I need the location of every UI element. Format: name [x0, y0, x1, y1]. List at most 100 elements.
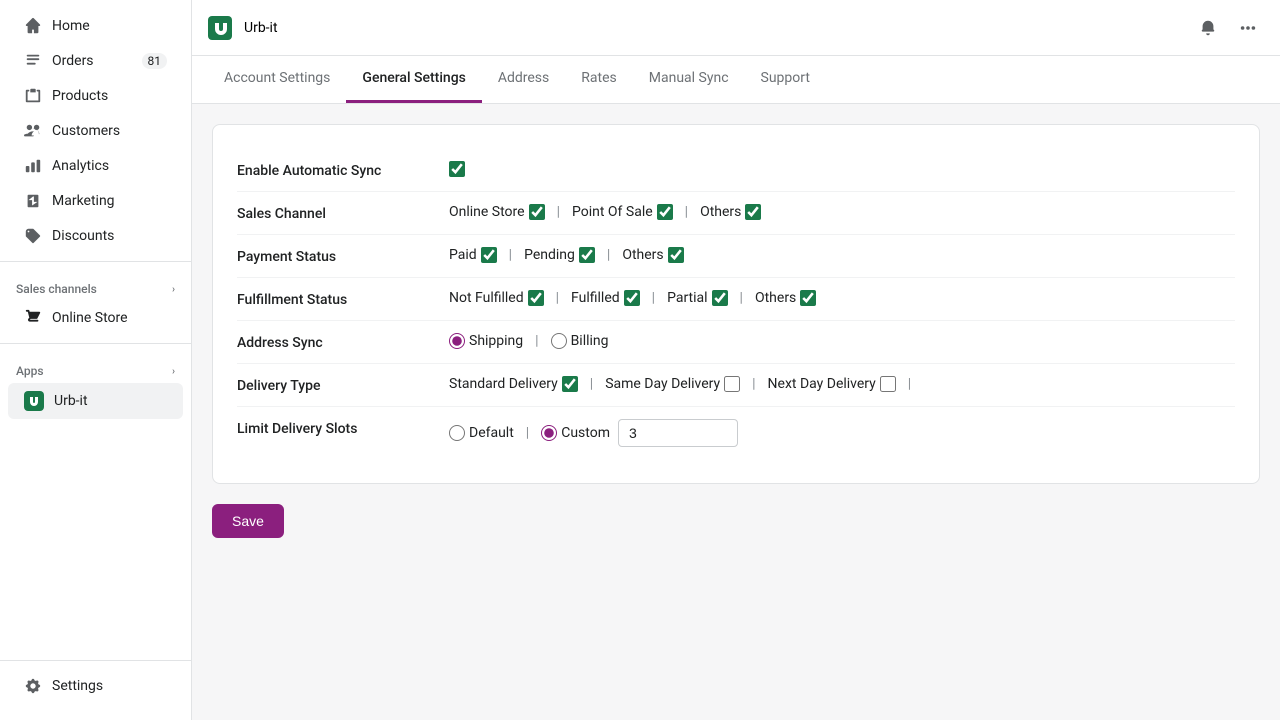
- auto-sync-label: Enable Automatic Sync: [237, 161, 417, 179]
- page-content: Account Settings General Settings Addres…: [192, 56, 1280, 720]
- topbar-title: Urb-it: [244, 20, 278, 36]
- analytics-icon: [24, 157, 42, 175]
- sidebar-item-home[interactable]: Home: [8, 9, 183, 43]
- sidebar-item-discounts[interactable]: Discounts: [8, 219, 183, 253]
- pending-option-label: Pending: [524, 247, 575, 263]
- notification-button[interactable]: [1192, 12, 1224, 44]
- not-fulfilled-option[interactable]: Not Fulfilled: [449, 290, 544, 306]
- online-store-option-label: Online Store: [449, 204, 525, 220]
- sep-2: |: [685, 204, 688, 220]
- custom-slot-label: Custom: [561, 425, 610, 441]
- sidebar-item-urb-it-label: Urb-it: [54, 393, 88, 409]
- fulfilled-option[interactable]: Fulfilled: [571, 290, 640, 306]
- sidebar-item-discounts-label: Discounts: [52, 228, 114, 244]
- delivery-slots-row: Limit Delivery Slots Default | Custom: [237, 406, 1235, 459]
- default-slot-option[interactable]: Default: [449, 425, 514, 441]
- sales-others-option-label: Others: [700, 204, 741, 220]
- fulfillment-status-field: Not Fulfilled | Fulfilled | Partial |: [449, 290, 1235, 306]
- online-store-option[interactable]: Online Store: [449, 204, 545, 220]
- same-day-delivery-option[interactable]: Same Day Delivery: [605, 376, 740, 392]
- auto-sync-checkbox[interactable]: [449, 161, 465, 177]
- sidebar-item-urb-it[interactable]: Urb-it: [8, 383, 183, 419]
- tab-account-settings[interactable]: Account Settings: [208, 56, 346, 103]
- billing-option[interactable]: Billing: [551, 333, 609, 349]
- same-day-delivery-checkbox[interactable]: [724, 376, 740, 392]
- sidebar-item-marketing[interactable]: Marketing: [8, 184, 183, 218]
- paid-option[interactable]: Paid: [449, 247, 497, 263]
- sidebar-item-orders[interactable]: Orders 81: [8, 44, 183, 78]
- main-content: Urb-it Account Settings General Settings…: [192, 0, 1280, 720]
- settings-icon: [24, 677, 42, 695]
- sidebar-item-analytics[interactable]: Analytics: [8, 149, 183, 183]
- online-store-checkbox[interactable]: [529, 204, 545, 220]
- partial-checkbox[interactable]: [712, 290, 728, 306]
- sidebar-item-settings-label: Settings: [52, 678, 103, 694]
- sidebar-item-products[interactable]: Products: [8, 79, 183, 113]
- paid-option-label: Paid: [449, 247, 477, 263]
- sales-others-checkbox[interactable]: [745, 204, 761, 220]
- more-options-button[interactable]: [1232, 12, 1264, 44]
- fulfillment-others-checkbox[interactable]: [800, 290, 816, 306]
- standard-delivery-label: Standard Delivery: [449, 376, 558, 392]
- default-slot-radio[interactable]: [449, 425, 465, 441]
- paid-checkbox[interactable]: [481, 247, 497, 263]
- address-sync-row: Address Sync Shipping | Billing: [237, 320, 1235, 363]
- topbar-app-icon: [208, 16, 232, 40]
- billing-radio[interactable]: [551, 333, 567, 349]
- sep-9: |: [590, 376, 593, 392]
- tab-manual-sync[interactable]: Manual Sync: [633, 56, 745, 103]
- sidebar-item-online-store[interactable]: Online Store: [8, 301, 183, 335]
- fulfilled-checkbox[interactable]: [624, 290, 640, 306]
- sales-channels-chevron-icon: ›: [172, 284, 175, 295]
- sidebar-item-customers[interactable]: Customers: [8, 114, 183, 148]
- next-day-delivery-option[interactable]: Next Day Delivery: [768, 376, 896, 392]
- sep-10: |: [752, 376, 755, 392]
- sep-5: |: [556, 290, 559, 306]
- apps-chevron-icon: ›: [172, 366, 175, 377]
- pending-option[interactable]: Pending: [524, 247, 595, 263]
- orders-icon: [24, 52, 42, 70]
- fulfillment-status-row: Fulfillment Status Not Fulfilled | Fulfi…: [237, 277, 1235, 320]
- next-day-delivery-checkbox[interactable]: [880, 376, 896, 392]
- standard-delivery-option[interactable]: Standard Delivery: [449, 376, 578, 392]
- tab-rates[interactable]: Rates: [565, 56, 632, 103]
- sales-channels-section: Sales channels ›: [0, 270, 191, 300]
- standard-delivery-checkbox[interactable]: [562, 376, 578, 392]
- sidebar: Home Orders 81 Products Customers Anal: [0, 0, 192, 720]
- custom-slot-input[interactable]: [618, 419, 738, 447]
- not-fulfilled-option-label: Not Fulfilled: [449, 290, 524, 306]
- sidebar-divider-3: [0, 660, 191, 661]
- settings-card: Enable Automatic Sync Sales Channel Onli…: [212, 124, 1260, 484]
- fulfilled-option-label: Fulfilled: [571, 290, 620, 306]
- tab-address[interactable]: Address: [482, 56, 565, 103]
- sidebar-item-products-label: Products: [52, 88, 108, 104]
- custom-slot-radio[interactable]: [541, 425, 557, 441]
- payment-others-option[interactable]: Others: [622, 247, 683, 263]
- payment-others-checkbox[interactable]: [668, 247, 684, 263]
- partial-option[interactable]: Partial: [667, 290, 727, 306]
- auto-sync-row: Enable Automatic Sync: [237, 149, 1235, 191]
- pending-checkbox[interactable]: [579, 247, 595, 263]
- sales-others-option[interactable]: Others: [700, 204, 761, 220]
- sales-channel-row: Sales Channel Online Store | Point Of Sa…: [237, 191, 1235, 234]
- sales-channel-field: Online Store | Point Of Sale | Others: [449, 204, 1235, 220]
- orders-badge: 81: [142, 53, 168, 69]
- point-of-sale-checkbox[interactable]: [657, 204, 673, 220]
- tab-general-settings[interactable]: General Settings: [346, 56, 481, 103]
- default-slot-label: Default: [469, 425, 514, 441]
- shipping-radio[interactable]: [449, 333, 465, 349]
- custom-slot-option[interactable]: Custom: [541, 425, 610, 441]
- sep-4: |: [607, 247, 610, 263]
- save-button[interactable]: Save: [212, 504, 284, 538]
- billing-option-label: Billing: [571, 333, 609, 349]
- fulfillment-others-option[interactable]: Others: [755, 290, 816, 306]
- ellipsis-icon: [1239, 19, 1257, 37]
- sep-12: |: [526, 425, 529, 441]
- sidebar-item-settings[interactable]: Settings: [8, 669, 183, 703]
- shipping-option[interactable]: Shipping: [449, 333, 523, 349]
- tab-support[interactable]: Support: [745, 56, 826, 103]
- not-fulfilled-checkbox[interactable]: [528, 290, 544, 306]
- payment-others-option-label: Others: [622, 247, 663, 263]
- point-of-sale-option[interactable]: Point Of Sale: [572, 204, 673, 220]
- sidebar-item-customers-label: Customers: [52, 123, 120, 139]
